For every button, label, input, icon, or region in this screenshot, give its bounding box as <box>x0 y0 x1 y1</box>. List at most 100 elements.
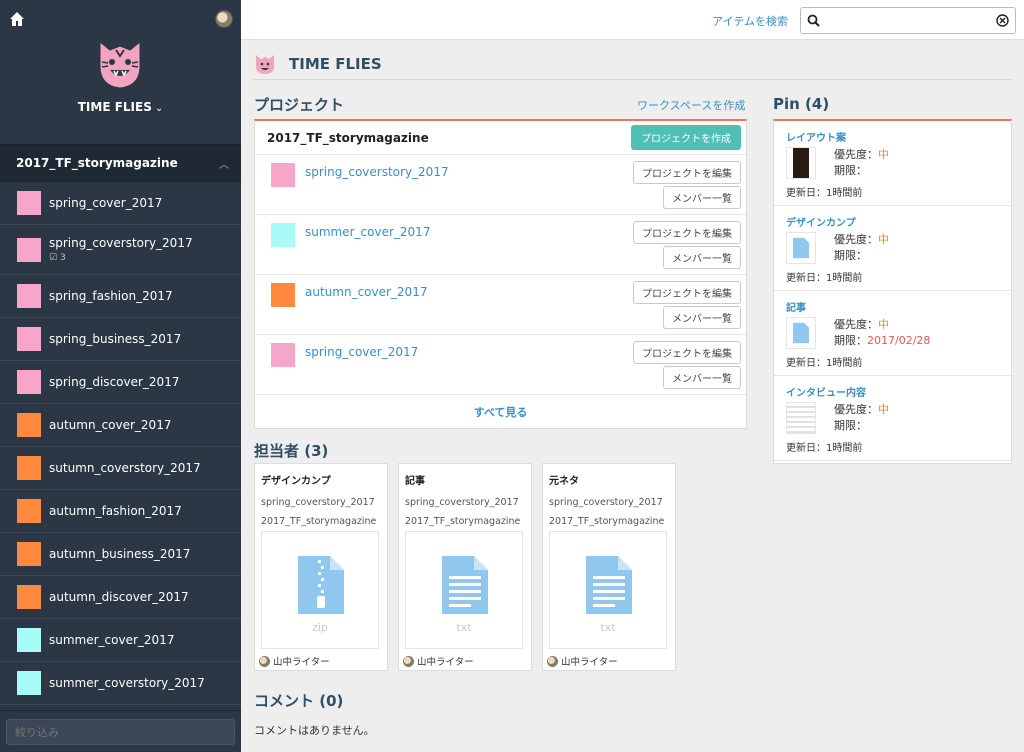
priority-label: 優先度： <box>834 403 878 416</box>
task-count-value: 3 <box>59 253 66 263</box>
home-icon[interactable] <box>8 10 26 28</box>
sidebar-item-label: summer_coverstory_2017 <box>49 676 205 690</box>
sidebar-item[interactable]: autumn_fashion_2017 <box>0 490 241 533</box>
main-content: TIME FLIES プロジェクト ワークスペースを作成 2017_TF_sto… <box>241 40 1024 752</box>
search-input[interactable] <box>825 11 985 30</box>
workspace-name: TIME FLIES <box>77 100 152 114</box>
pin-item[interactable]: インタビュー内容 優先度：中 期限： 更新日：1時間前 <box>774 376 1011 461</box>
project-color-swatch <box>17 671 41 695</box>
assignees-title: 担当者 (3) <box>254 442 329 460</box>
filter-input[interactable] <box>6 719 235 745</box>
sidebar-item-label: summer_cover_2017 <box>49 633 175 647</box>
pin-title-link[interactable]: 記事 <box>786 299 999 314</box>
due-value: 2017/02/28 <box>867 334 931 347</box>
create-project-button[interactable]: プロジェクトを作成 <box>631 125 741 150</box>
project-color-swatch <box>271 223 295 247</box>
sidebar-item[interactable]: autumn_cover_2017 <box>0 404 241 447</box>
text-file-icon <box>442 556 488 614</box>
create-workspace-link[interactable]: ワークスペースを作成 <box>637 97 745 113</box>
projects-title: プロジェクト <box>254 96 345 114</box>
owner-name: 山中ライター <box>561 657 618 668</box>
card-project: spring_coverstory_2017 <box>549 497 663 508</box>
sidebar-item[interactable]: summer_coverstory_2017 <box>0 662 241 705</box>
pin-details: 優先度：中 期限： <box>834 147 889 179</box>
user-avatar[interactable] <box>215 10 233 28</box>
due-label: 期限： <box>834 419 867 432</box>
assignee-cards: デザインカンプ spring_coverstory_2017 2017_TF_sto… <box>254 463 676 671</box>
priority-value: 中 <box>878 148 889 161</box>
card-workspace: 2017_TF_storymagazine <box>405 516 521 527</box>
project-rows: spring_coverstory_2017 プロジェクトを編集 メンバー一覧 sum… <box>255 155 746 395</box>
pin-due: 期限： <box>834 418 889 434</box>
pin-due: 期限： <box>834 248 889 264</box>
assignee-card[interactable]: デザインカンプ spring_coverstory_2017 2017_TF_sto… <box>254 463 388 671</box>
search-box[interactable] <box>800 7 1016 34</box>
priority-label: 優先度： <box>834 318 878 331</box>
member-list-button[interactable]: メンバー一覧 <box>663 186 741 209</box>
pins-panel: レイアウト案 優先度：中 期限： 更新日：1時間前 デザインカンプ 優先度：中 期限： 更新日… <box>773 119 1012 464</box>
owner-avatar <box>403 655 414 667</box>
pin-priority: 優先度：中 <box>834 232 889 248</box>
sidebar-item[interactable]: autumn_business_2017 <box>0 533 241 576</box>
image-thumbnail <box>786 147 816 179</box>
edit-project-button[interactable]: プロジェクトを編集 <box>633 341 741 364</box>
pin-item[interactable]: 記事 優先度：中 期限：2017/02/28 更新日：1時間前 <box>774 291 1011 376</box>
sidebar-item[interactable]: autumn_discover_2017 <box>0 576 241 619</box>
sidebar-item[interactable]: spring_fashion_2017 <box>0 275 241 318</box>
pin-thumbnail <box>786 317 816 349</box>
member-list-button[interactable]: メンバー一覧 <box>663 306 741 329</box>
project-color-swatch <box>17 542 41 566</box>
see-all-link[interactable]: すべて見る <box>255 395 746 428</box>
assignee-card[interactable]: 元ネタ spring_coverstory_2017 2017_TF_storyma… <box>542 463 676 671</box>
edit-project-button[interactable]: プロジェクトを編集 <box>633 161 741 184</box>
sidebar-section-title: 2017_TF_storymagazine <box>16 156 178 170</box>
pin-item[interactable]: デザインカンプ 優先度：中 期限： 更新日：1時間前 <box>774 206 1011 291</box>
member-list-button[interactable]: メンバー一覧 <box>663 366 741 389</box>
sidebar-item[interactable]: spring_cover_2017 <box>0 182 241 225</box>
sidebar-item-label: autumn_business_2017 <box>49 547 191 561</box>
card-project: spring_coverstory_2017 <box>405 497 519 508</box>
member-list-button[interactable]: メンバー一覧 <box>663 246 741 269</box>
sidebar-item[interactable]: spring_coverstory_2017 ☑ 3 <box>0 225 241 275</box>
sidebar-item[interactable]: spring_discover_2017 <box>0 361 241 404</box>
tiger-logo-icon <box>99 40 141 89</box>
project-name-link[interactable]: spring_cover_2017 <box>305 345 418 359</box>
chevron-up-icon[interactable]: ︿ <box>219 156 229 171</box>
sidebar-section-header[interactable]: 2017_TF_storymagazine ︿ <box>0 144 241 182</box>
pin-title-link[interactable]: レイアウト案 <box>786 129 999 144</box>
project-color-swatch <box>271 283 295 307</box>
pin-item[interactable]: レイアウト案優先度：中 期限： 更新日：1時間前 <box>774 121 1011 206</box>
sidebar-item[interactable]: sutumn_coverstory_2017 <box>0 447 241 490</box>
pins-title: Pin (4) <box>773 95 830 113</box>
edit-project-button[interactable]: プロジェクトを編集 <box>633 281 741 304</box>
file-extension: txt <box>600 621 616 634</box>
project-name-link[interactable]: autumn_cover_2017 <box>305 285 427 299</box>
search-items-link[interactable]: アイテムを検索 <box>712 13 788 29</box>
project-name-link[interactable]: spring_coverstory_2017 <box>305 165 449 179</box>
project-row: summer_cover_2017 プロジェクトを編集 メンバー一覧 <box>255 215 746 275</box>
clear-icon[interactable] <box>996 14 1009 27</box>
workspace-label: 2017_TF_storymagazine <box>267 130 429 145</box>
project-name-link[interactable]: summer_cover_2017 <box>305 225 430 239</box>
sidebar-item-label: spring_discover_2017 <box>49 375 180 389</box>
pin-title-link[interactable]: デザインカンプ <box>786 214 999 229</box>
pin-title-link[interactable]: インタビュー内容 <box>786 384 999 399</box>
pin-details: 優先度：中 期限：2017/02/28 <box>834 317 930 349</box>
edit-project-button[interactable]: プロジェクトを編集 <box>633 221 741 244</box>
priority-label: 優先度： <box>834 148 878 161</box>
sidebar-item[interactable]: summer_cover_2017 <box>0 619 241 662</box>
page-title: TIME FLIES <box>289 54 382 73</box>
owner-avatar <box>547 655 558 667</box>
file-thumbnail[interactable]: txt <box>549 531 667 649</box>
workspace-switcher[interactable]: TIME FLIES ⌄ <box>0 100 241 114</box>
workspace-icon <box>256 54 274 74</box>
file-thumbnail[interactable]: txt <box>405 531 523 649</box>
project-row: spring_coverstory_2017 プロジェクトを編集 メンバー一覧 <box>255 155 746 215</box>
sidebar-item-label: sutumn_coverstory_2017 <box>49 461 201 475</box>
text-file-icon <box>793 322 809 344</box>
pin-thumbnail <box>786 232 816 264</box>
file-thumbnail[interactable]: zip <box>261 531 379 649</box>
sidebar-item[interactable]: spring_business_2017 <box>0 318 241 361</box>
pin-updated: 更新日：1時間前 <box>786 188 863 199</box>
assignee-card[interactable]: 記事 spring_coverstory_2017 2017_TF_storymag… <box>398 463 532 671</box>
